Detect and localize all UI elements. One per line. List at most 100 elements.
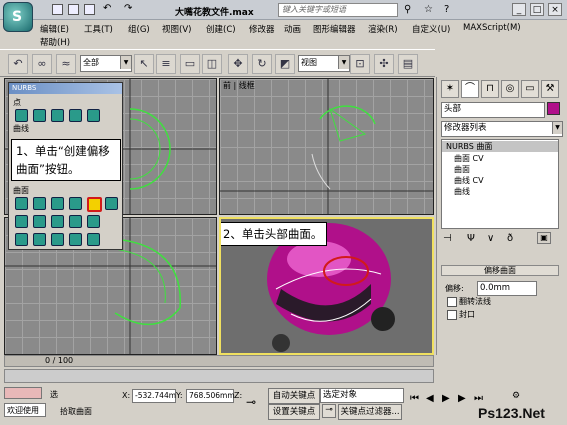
scale-icon[interactable]: ◩ xyxy=(275,54,295,74)
selection-filter-dropdown[interactable]: 全部 ▼ xyxy=(80,55,132,72)
stack-item[interactable]: 曲面 xyxy=(454,164,470,175)
multi-sided-blend-icon[interactable] xyxy=(51,233,64,246)
select-object-icon[interactable]: ↖ xyxy=(134,54,154,74)
close-button[interactable]: × xyxy=(548,3,562,16)
blend-surface-icon[interactable] xyxy=(69,197,82,210)
auto-key-button[interactable]: 自动关键点 xyxy=(268,388,320,404)
move-icon[interactable]: ✥ xyxy=(228,54,248,74)
welcome-box[interactable]: 欢迎使用 xyxy=(4,403,46,417)
menu-edit[interactable]: 编辑(E) xyxy=(40,23,69,35)
rotate-icon[interactable]: ↻ xyxy=(252,54,272,74)
link-icon[interactable]: ∞ xyxy=(32,54,52,74)
rectangle-selection-icon[interactable]: ▭ xyxy=(180,54,200,74)
undo-tool-icon[interactable]: ↶ xyxy=(8,54,28,74)
menu-view[interactable]: 视图(V) xyxy=(162,23,191,35)
key-icon[interactable]: ⊸ xyxy=(246,395,256,409)
menu-rendering[interactable]: 渲染(R) xyxy=(368,23,398,35)
display-tab-icon[interactable]: ▭ xyxy=(521,80,539,98)
goto-start-icon[interactable]: ⏮ xyxy=(410,393,419,404)
make-unique-icon[interactable]: ∨ xyxy=(487,233,494,244)
stack-item[interactable]: 曲线 CV xyxy=(454,175,484,186)
u-loft-surface-icon[interactable] xyxy=(87,215,100,228)
remove-modifier-icon[interactable]: ð xyxy=(507,233,513,244)
next-frame-icon[interactable]: ▶ xyxy=(458,393,466,404)
rail-sweep-icon[interactable] xyxy=(33,233,46,246)
help-icon[interactable]: ? xyxy=(444,4,449,15)
ruled-surface-icon[interactable] xyxy=(51,215,64,228)
modifier-stack[interactable]: NURBS 曲面 曲面 CV 曲面 曲线 CV 曲线 xyxy=(441,139,559,229)
cv-surface-icon[interactable] xyxy=(15,197,28,210)
menu-group[interactable]: 组(G) xyxy=(128,23,150,35)
pin-stack-icon[interactable]: ⊣ xyxy=(443,233,452,244)
select-by-name-icon[interactable]: ≡ xyxy=(156,54,176,74)
pivot-center-icon[interactable]: ⊡ xyxy=(350,54,370,74)
app-logo-icon[interactable]: S xyxy=(3,2,33,32)
uv-loft-surface-icon[interactable] xyxy=(15,233,28,246)
menu-help[interactable]: 帮助(H) xyxy=(40,36,70,48)
time-slider[interactable]: 0 / 100 xyxy=(4,355,434,367)
menu-modifiers[interactable]: 修改器 xyxy=(249,23,275,35)
offset-point-icon[interactable] xyxy=(33,109,46,122)
offset-spinner[interactable]: 0.0mm xyxy=(477,281,537,296)
keyboard-shortcut-icon[interactable]: ▤ xyxy=(398,54,418,74)
x-coordinate-field[interactable]: -532.744m xyxy=(132,389,176,403)
extrude-surface-icon[interactable] xyxy=(15,215,28,228)
create-point-icon[interactable] xyxy=(15,109,28,122)
open-file-icon[interactable] xyxy=(68,4,79,15)
goto-end-icon[interactable]: ⏭ xyxy=(474,393,483,404)
new-file-icon[interactable] xyxy=(52,4,63,15)
point-surface-icon[interactable] xyxy=(33,197,46,210)
maxscript-listener[interactable] xyxy=(4,387,42,399)
key-filters-button[interactable]: 关键点过滤器... xyxy=(338,404,402,420)
stack-item[interactable]: 曲面 CV xyxy=(454,153,484,164)
surface-point-icon[interactable] xyxy=(87,109,100,122)
save-file-icon[interactable] xyxy=(84,4,95,15)
cap-checkbox[interactable] xyxy=(447,310,457,320)
set-key-button[interactable]: 设置关键点 xyxy=(268,404,320,420)
search-input[interactable]: 键入关键字或短语 xyxy=(278,3,398,17)
menu-customize[interactable]: 自定义(U) xyxy=(412,23,450,35)
key-mode-icon[interactable]: ⊸ xyxy=(322,404,336,418)
prev-frame-icon[interactable]: ◀ xyxy=(426,393,434,404)
fillet-surface-icon[interactable] xyxy=(87,233,100,246)
stack-item[interactable]: 曲线 xyxy=(454,186,470,197)
stack-item[interactable]: NURBS 曲面 xyxy=(442,141,558,152)
offset-surface-rollout[interactable]: 偏移曲面 xyxy=(441,265,559,276)
selection-set-dropdown[interactable]: 选定对象 xyxy=(320,388,404,403)
select-manipulate-icon[interactable]: ✣ xyxy=(374,54,394,74)
lathe-surface-icon[interactable] xyxy=(33,215,46,228)
menu-tools[interactable]: 工具(T) xyxy=(84,23,113,35)
object-name-field[interactable]: 头部 xyxy=(441,102,545,118)
modify-tab-icon[interactable]: ⌒ xyxy=(461,80,479,98)
mirror-surface-icon[interactable] xyxy=(105,197,118,210)
flip-normals-checkbox[interactable] xyxy=(447,297,457,307)
reference-coord-dropdown[interactable]: 视图 ▼ xyxy=(298,55,350,72)
redo-icon[interactable]: ↷ xyxy=(124,3,132,14)
minimize-button[interactable]: _ xyxy=(512,3,526,16)
window-crossing-icon[interactable]: ◫ xyxy=(202,54,222,74)
object-color-swatch[interactable] xyxy=(547,102,560,115)
configure-sets-icon[interactable]: ▣ xyxy=(537,232,551,244)
utilities-tab-icon[interactable]: ⚒ xyxy=(541,80,559,98)
maximize-button[interactable]: □ xyxy=(530,3,544,16)
y-coordinate-field[interactable]: 768.506mm xyxy=(186,389,235,403)
nurbs-toolbox[interactable]: NURBS 点 曲线 1、单击“创建偏移曲面”按钮。 曲面 xyxy=(8,82,123,250)
bind-spacewarp-icon[interactable]: ≈ xyxy=(56,54,76,74)
track-bar[interactable] xyxy=(4,369,434,383)
menu-create[interactable]: 创建(C) xyxy=(206,23,236,35)
time-config-icon[interactable]: ⚙ xyxy=(512,391,520,401)
motion-tab-icon[interactable]: ◎ xyxy=(501,80,519,98)
create-tab-icon[interactable]: ✶ xyxy=(441,80,459,98)
viewport-front[interactable]: 前 | 线框 xyxy=(219,78,434,215)
star-icon[interactable]: ☆ xyxy=(424,4,433,15)
cap-surface-icon[interactable] xyxy=(69,215,82,228)
viewport-perspective[interactable]: 2、单击头部曲面。 xyxy=(219,217,434,355)
binoculars-icon[interactable]: ⚲ xyxy=(404,4,411,15)
undo-icon[interactable]: ↶ xyxy=(103,3,111,14)
curve-curve-point-icon[interactable] xyxy=(69,109,82,122)
modifier-list-dropdown[interactable]: 修改器列表 ▼ xyxy=(441,121,563,137)
hierarchy-tab-icon[interactable]: ⊓ xyxy=(481,80,499,98)
menu-maxscript[interactable]: MAXScript(M) xyxy=(463,23,521,33)
menu-animation[interactable]: 动画 xyxy=(284,23,301,35)
show-end-result-icon[interactable]: Ψ xyxy=(467,233,475,244)
